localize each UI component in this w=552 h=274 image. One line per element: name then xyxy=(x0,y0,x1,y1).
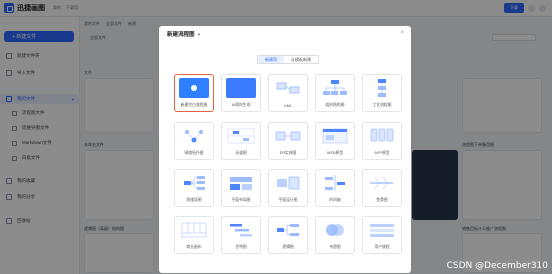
close-icon[interactable]: × xyxy=(400,30,404,36)
tile-mind-map[interactable]: 思维导图 xyxy=(174,169,214,207)
tile-label: 时间轴 xyxy=(329,198,341,202)
tile-label: 泳道图 xyxy=(235,151,247,155)
uml-icon xyxy=(276,82,300,94)
tile-label: 商业画布 xyxy=(186,245,202,249)
mind-map-icon xyxy=(184,176,205,190)
tile-app-prototype[interactable]: APP原型 xyxy=(362,122,402,160)
tile-uml[interactable]: UML xyxy=(268,74,308,112)
tile-label: 工艺流程图 xyxy=(372,103,392,107)
tile-web-prototype[interactable]: WEB原型 xyxy=(315,122,355,160)
tile-label: 甘特图 xyxy=(235,245,247,249)
gantt-icon xyxy=(230,224,252,237)
dialog-title-text: 新建流程图 xyxy=(167,32,195,38)
tile-process-flowchart[interactable]: 工艺流程图 xyxy=(362,74,402,112)
tile-label: 组织结构图 xyxy=(325,103,345,107)
web-prototype-icon xyxy=(322,128,348,144)
tile-gantt[interactable]: 甘特图 xyxy=(221,216,261,254)
dialog-title[interactable]: 新建流程图 ⌄ xyxy=(167,30,201,38)
dialog-tabs: 新建项 从模板新建 xyxy=(257,55,319,64)
network-topology-icon xyxy=(185,130,203,143)
tile-label: APP原型 xyxy=(374,151,390,155)
venn-icon xyxy=(326,224,344,236)
floor-plan-icon xyxy=(230,177,252,190)
watermark: CSDN @December310 xyxy=(446,261,548,271)
tile-label: 平面设计图 xyxy=(278,198,298,202)
tile-org-chart[interactable]: 组织结构图 xyxy=(315,74,355,112)
org-chart-icon xyxy=(323,80,347,95)
new-flowchart-dialog: 新建流程图 ⌄ × 新建项 从模板新建 新建空白流程图 AI帮你生成 UML 组… xyxy=(159,26,411,273)
tile-er-diagram[interactable]: ER实体图 xyxy=(268,122,308,160)
tile-label: 用户旅程 xyxy=(374,245,390,249)
tile-label: 思维导图 xyxy=(186,198,202,202)
tile-label: 平面布局图 xyxy=(231,198,251,202)
tile-label: 鱼骨图 xyxy=(376,198,388,202)
blank-flowchart-icon xyxy=(179,78,209,98)
tile-fishbone[interactable]: 鱼骨图 xyxy=(362,169,402,207)
tile-network-topology[interactable]: 网络拓扑图 xyxy=(174,122,214,160)
tile-business-canvas[interactable]: 商业画布 xyxy=(174,216,214,254)
tile-venn[interactable]: 韦恩图 xyxy=(315,216,355,254)
timeline-icon xyxy=(325,175,345,191)
tile-floor-plan[interactable]: 平面布局图 xyxy=(221,169,261,207)
process-flowchart-icon xyxy=(378,79,386,97)
plane-design-icon xyxy=(277,176,300,190)
tile-label: UML xyxy=(283,104,293,108)
business-canvas-icon xyxy=(181,222,207,238)
tile-timeline[interactable]: 时间轴 xyxy=(315,169,355,207)
tile-label: 网络拓扑图 xyxy=(184,151,204,155)
tile-plane-design[interactable]: 平面设计图 xyxy=(268,169,308,207)
tab-new[interactable]: 新建项 xyxy=(258,56,284,63)
tile-label: 逻辑图 xyxy=(282,245,294,249)
tile-label: WEB原型 xyxy=(326,151,344,155)
tile-label: ER实体图 xyxy=(279,151,297,155)
fishbone-icon xyxy=(370,176,393,190)
tile-logic-chart[interactable]: 逻辑图 xyxy=(268,216,308,254)
tile-label: AI帮你生成 xyxy=(231,103,251,107)
tile-ai-generate[interactable]: AI帮你生成 xyxy=(221,74,261,112)
ai-icon xyxy=(226,78,256,98)
tile-label: 韦恩图 xyxy=(329,245,341,249)
tile-blank-flowchart[interactable]: 新建空白流程图 xyxy=(174,74,214,112)
chevron-down-icon: ⌄ xyxy=(196,31,202,37)
swimlane-icon xyxy=(227,128,255,144)
app-prototype-icon xyxy=(370,128,394,142)
tile-label: 新建空白流程图 xyxy=(180,103,208,107)
logic-chart-icon xyxy=(277,224,299,236)
tab-template[interactable]: 从模板新建 xyxy=(284,56,318,63)
tile-user-journey[interactable]: 用户旅程 xyxy=(362,216,402,254)
user-journey-icon xyxy=(370,224,394,237)
er-diagram-icon xyxy=(275,131,301,141)
tile-swimlane[interactable]: 泳道图 xyxy=(221,122,261,160)
